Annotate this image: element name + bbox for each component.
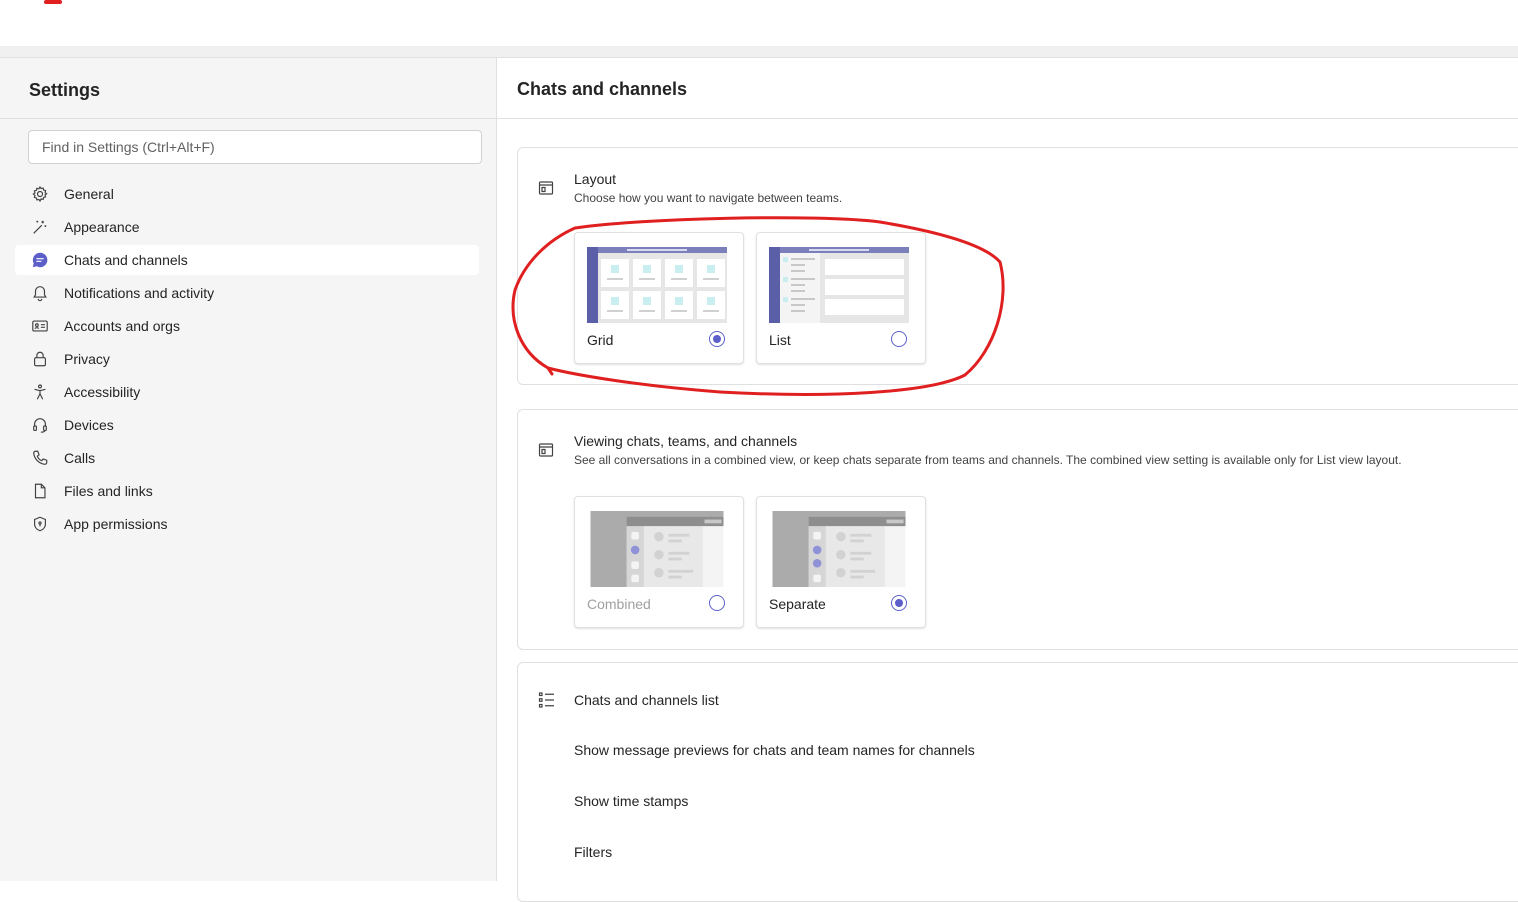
sidebar-item-label: Devices <box>64 417 114 433</box>
header-divider <box>497 118 1518 119</box>
sidebar-item-label: App permissions <box>64 516 168 532</box>
viewing-option-combined[interactable]: Combined <box>574 496 744 628</box>
chats-list-title: Chats and channels list <box>574 692 719 708</box>
viewing-description: See all conversations in a combined view… <box>574 453 1402 467</box>
magic-wand-icon <box>30 217 50 237</box>
layout-card: Layout Choose how you want to navigate b… <box>517 147 1518 385</box>
list-radio[interactable] <box>891 331 907 347</box>
viewing-option-separate[interactable]: Separate <box>756 496 926 628</box>
settings-search-input[interactable] <box>28 130 482 164</box>
chat-icon <box>30 250 50 270</box>
viewing-card: Viewing chats, teams, and channels See a… <box>517 409 1518 650</box>
toolbar-strip <box>0 46 1518 58</box>
id-card-icon <box>30 316 50 336</box>
combined-preview-image <box>590 511 724 587</box>
sidebar-item-label: Notifications and activity <box>64 285 215 301</box>
sidebar-title: Settings <box>29 80 101 100</box>
accessibility-icon <box>30 382 50 402</box>
sidebar-item-chats-and-channels[interactable]: Chats and channels <box>15 245 479 275</box>
separate-option-label: Separate <box>769 596 826 612</box>
sidebar-item-label: Accounts and orgs <box>64 318 180 334</box>
phone-icon <box>30 448 50 468</box>
app-logo-mark <box>44 0 62 4</box>
lock-icon <box>30 349 50 369</box>
document-icon <box>30 481 50 501</box>
layout-icon <box>538 180 556 198</box>
sidebar-item-label: General <box>64 186 114 202</box>
bell-icon <box>30 283 50 303</box>
sidebar-divider <box>0 118 496 119</box>
sidebar-item-devices[interactable]: Devices <box>15 410 479 440</box>
combined-radio[interactable] <box>709 595 725 611</box>
layout-description: Choose how you want to navigate between … <box>574 191 843 205</box>
title-bar <box>0 0 1518 46</box>
headset-icon <box>30 415 50 435</box>
sidebar-item-accounts[interactable]: Accounts and orgs <box>15 311 479 341</box>
settings-nav: General Appearance Chats and channels No… <box>15 179 479 542</box>
sidebar-item-label: Accessibility <box>64 384 141 400</box>
sidebar-item-app-permissions[interactable]: App permissions <box>15 509 479 539</box>
shield-icon <box>30 514 50 534</box>
setting-row-time-stamps[interactable]: Show time stamps <box>574 793 688 809</box>
settings-main-panel: Chats and channels Layout Choose how you… <box>497 58 1518 902</box>
list-preview-image <box>769 247 909 323</box>
bulleted-list-icon <box>538 691 556 709</box>
sidebar-item-label: Privacy <box>64 351 110 367</box>
sidebar-item-accessibility[interactable]: Accessibility <box>15 377 479 407</box>
sidebar-item-label: Calls <box>64 450 96 466</box>
sidebar-item-label: Files and links <box>64 483 153 499</box>
chats-list-card: Chats and channels list Show message pre… <box>517 662 1518 902</box>
layout-icon <box>538 442 556 460</box>
layout-option-list[interactable]: List <box>756 232 926 364</box>
viewing-title: Viewing chats, teams, and channels <box>574 433 798 449</box>
sidebar-item-calls[interactable]: Calls <box>15 443 479 473</box>
layout-option-grid[interactable]: Grid <box>574 232 744 364</box>
separate-preview-image <box>772 511 906 587</box>
setting-row-message-previews[interactable]: Show message previews for chats and team… <box>574 742 975 758</box>
grid-option-label: Grid <box>587 332 614 348</box>
gear-icon <box>30 184 50 204</box>
setting-row-filters[interactable]: Filters <box>574 844 612 860</box>
sidebar-item-label: Appearance <box>64 219 140 235</box>
layout-title: Layout <box>574 171 617 187</box>
page-title: Chats and channels <box>517 79 688 99</box>
list-option-label: List <box>769 332 791 348</box>
sidebar-item-general[interactable]: General <box>15 179 479 209</box>
sidebar-item-appearance[interactable]: Appearance <box>15 212 479 242</box>
grid-radio[interactable] <box>709 331 725 347</box>
combined-option-label: Combined <box>587 596 651 612</box>
sidebar-item-label: Chats and channels <box>64 252 188 268</box>
settings-sidebar: Settings General Appearance Chats and ch… <box>0 58 497 881</box>
separate-radio[interactable] <box>891 595 907 611</box>
sidebar-item-files-and-links[interactable]: Files and links <box>15 476 479 506</box>
grid-preview-image <box>587 247 727 323</box>
sidebar-item-privacy[interactable]: Privacy <box>15 344 479 374</box>
sidebar-item-notifications[interactable]: Notifications and activity <box>15 278 479 308</box>
